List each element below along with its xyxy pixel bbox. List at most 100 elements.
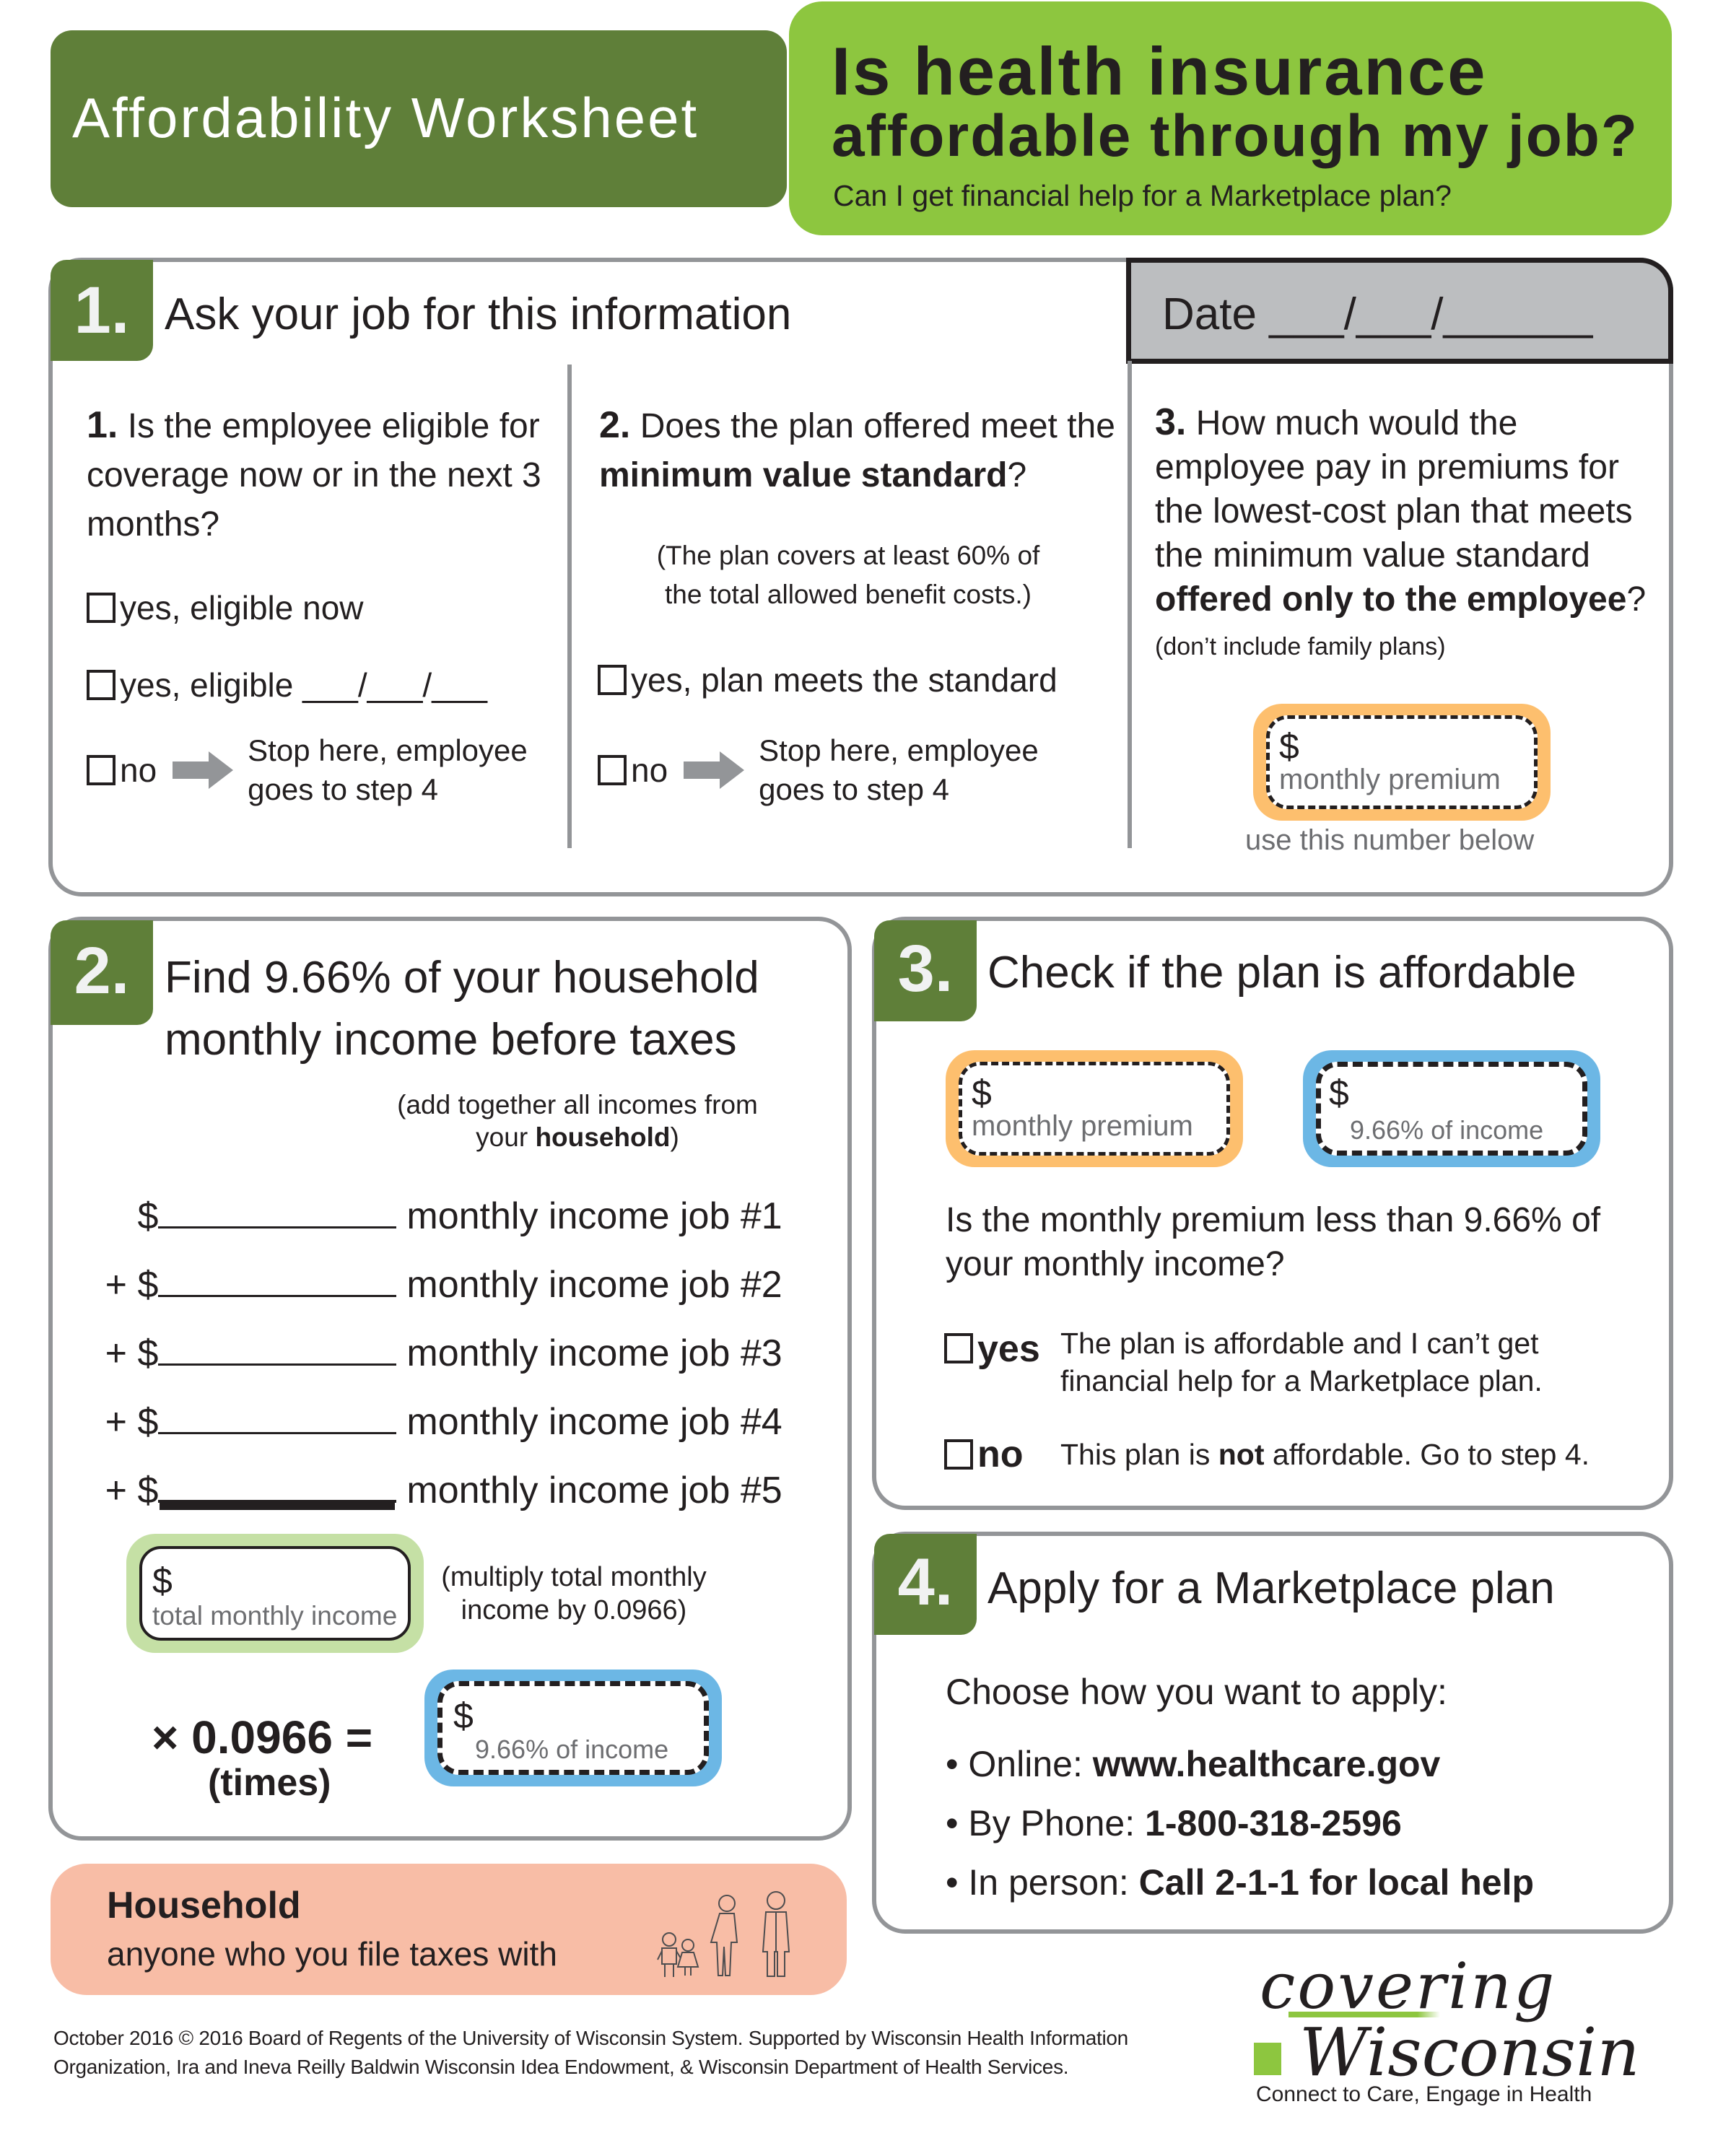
q3-text-bold: offered only to the employee [1155, 580, 1627, 619]
q2-option-yes[interactable]: yes, plan meets the standard [598, 660, 1058, 699]
date-field[interactable]: Date ___/___/______ [1162, 289, 1592, 340]
step3-option-yes[interactable]: yes The plan is affordable and I can’t g… [944, 1324, 1580, 1400]
q1-option-eligible-now[interactable]: yes, eligible now [87, 588, 364, 627]
option-label: no [120, 751, 157, 789]
field-label: monthly premium [972, 1110, 1193, 1142]
q1-option-eligible-date[interactable]: yes, eligible ___/___/___ [87, 665, 487, 704]
dollar-sign: $ [137, 1470, 159, 1511]
main-question-line2: affordable through my job? [832, 103, 1639, 169]
logo-wisconsin: Wisconsin [1299, 2014, 1640, 2091]
no-label: no [977, 1433, 1024, 1475]
checkbox[interactable] [944, 1333, 973, 1363]
q3-number: 3. [1155, 401, 1187, 443]
step4-intro: Choose how you want to apply: [946, 1672, 1447, 1712]
q3-text-end: ? [1626, 580, 1647, 619]
times-label: (times) [208, 1762, 331, 1804]
step2-note: (add together all incomes from your hous… [390, 1088, 765, 1153]
step1-badge: 1. [51, 260, 153, 361]
dollar-sign: $ [1279, 726, 1299, 767]
checkbox[interactable] [944, 1439, 973, 1470]
household-title: Household [107, 1885, 301, 1926]
step3-question: Is the monthly premium less than 9.66% o… [946, 1201, 1601, 1283]
yes-text: The plan is affordable and I can’t get f… [1060, 1327, 1543, 1397]
q2-number: 2. [599, 404, 631, 446]
no-text-post: affordable. Go to step 4. [1264, 1437, 1590, 1471]
q2-text-end: ? [1007, 456, 1027, 494]
plus-sign: + [105, 1401, 127, 1443]
option-label: no [631, 751, 668, 789]
income-input-5[interactable] [158, 1465, 397, 1503]
checkbox[interactable] [87, 755, 115, 785]
apply-online: • Online: www.healthcare.gov [946, 1744, 1441, 1784]
no-text-pre: This plan is [1060, 1437, 1218, 1471]
income-input-4[interactable] [158, 1397, 397, 1434]
logo-square [1254, 2043, 1281, 2075]
step4-badge: 4. [874, 1534, 977, 1635]
q3-note: (don’t include family plans) [1155, 633, 1446, 660]
option-label: Online: [968, 1744, 1093, 1784]
income-966-field[interactable]: $ 9.66% of income [424, 1670, 722, 1786]
plus-sign: + [105, 1470, 127, 1511]
income-input-1[interactable] [158, 1191, 397, 1228]
field-label: monthly premium [1279, 764, 1501, 795]
step2-badge: 2. [51, 920, 153, 1025]
step3-income-field[interactable]: $ 9.66% of income [1303, 1050, 1600, 1167]
main-subtitle: Can I get financial help for a Marketpla… [833, 179, 1452, 212]
no-text-bold: not [1218, 1437, 1265, 1471]
income-label: monthly income job #5 [406, 1470, 782, 1511]
dollar-sign: $ [137, 1264, 159, 1306]
q3-question: 3. How much would the employee pay in pr… [1155, 401, 1660, 669]
apply-phone: • By Phone: 1-800-318-2596 [946, 1803, 1402, 1843]
column-divider [1128, 361, 1132, 848]
q2-text: Does the plan offered meet the [640, 407, 1115, 445]
dollar-sign: $ [137, 1332, 159, 1374]
multiplier: × 0.0966 = [152, 1711, 373, 1763]
household-definition: anyone who you file taxes with [107, 1935, 557, 1973]
note-bold: household [535, 1122, 671, 1152]
q1-stop-text: Stop here, employee goes to step 4 [248, 733, 528, 806]
income-row-5[interactable]: + $ monthly income job #5 [94, 1465, 782, 1534]
q1-option-no[interactable]: no Stop here, employee goes to step 4 [87, 731, 536, 809]
step3-premium-field[interactable]: $ monthly premium [946, 1050, 1243, 1167]
income-row-1[interactable]: $ monthly income job #1 [94, 1191, 782, 1260]
dollar-sign: $ [152, 1561, 173, 1601]
plus-sign: + [105, 1264, 127, 1306]
checkbox[interactable] [598, 755, 627, 785]
multiply-note: (multiply total monthly income by 0.0966… [441, 1562, 707, 1625]
q2-text-bold: minimum value standard [599, 456, 1008, 494]
step3-title: Check if the plan is affordable [987, 948, 1577, 998]
q1-question: 1. Is the employee eligible for coverage… [87, 401, 549, 549]
note-end: ) [670, 1122, 679, 1152]
step3-badge: 3. [874, 920, 977, 1021]
monthly-premium-field[interactable]: $ monthly premium [1253, 704, 1551, 821]
step3-option-no[interactable]: no This plan is not affordable. Go to st… [944, 1433, 1590, 1476]
income-label: monthly income job #2 [406, 1264, 782, 1306]
logo-tagline: Connect to Care, Engage in Health [1256, 2082, 1592, 2106]
income-list: $ monthly income job #1 + $ monthly income… [94, 1191, 782, 1534]
dollar-sign: $ [1329, 1073, 1349, 1113]
option-label: yes, plan meets the standard [631, 661, 1058, 699]
footer-credits: October 2016 © 2016 Board of Regents of … [53, 2024, 1128, 2082]
income-row-4[interactable]: + $ monthly income job #4 [94, 1397, 782, 1465]
q2-option-no[interactable]: no Stop here, employee goes to step 4 [598, 731, 1047, 809]
q1-text: Is the employee eligible for coverage no… [87, 407, 541, 544]
income-label: monthly income job #3 [406, 1332, 782, 1374]
income-row-3[interactable]: + $ monthly income job #3 [94, 1328, 782, 1397]
checkbox[interactable] [87, 670, 115, 700]
q3-text: How much would the employee pay in premi… [1155, 404, 1633, 575]
total-monthly-income-field[interactable]: $ total monthly income [126, 1534, 424, 1653]
income-row-2[interactable]: + $ monthly income job #2 [94, 1260, 782, 1328]
field-label: total monthly income [152, 1601, 398, 1631]
phone-number[interactable]: 1-800-318-2596 [1145, 1803, 1402, 1843]
income-input-2[interactable] [158, 1260, 397, 1297]
apply-options: • Online: www.healthcare.gov • By Phone:… [946, 1734, 1534, 1912]
worksheet-title: Affordability Worksheet [72, 86, 699, 149]
no-text: This plan is not affordable. Go to step … [1060, 1438, 1590, 1472]
healthcare-gov-link[interactable]: www.healthcare.gov [1093, 1744, 1441, 1784]
field-label: 9.66% of income [1350, 1115, 1544, 1145]
checkbox[interactable] [87, 593, 115, 623]
step4-title: Apply for a Marketplace plan [987, 1563, 1555, 1613]
checkbox[interactable] [598, 665, 627, 695]
income-input-3[interactable] [158, 1328, 397, 1366]
option-label: yes, eligible now [120, 589, 364, 627]
